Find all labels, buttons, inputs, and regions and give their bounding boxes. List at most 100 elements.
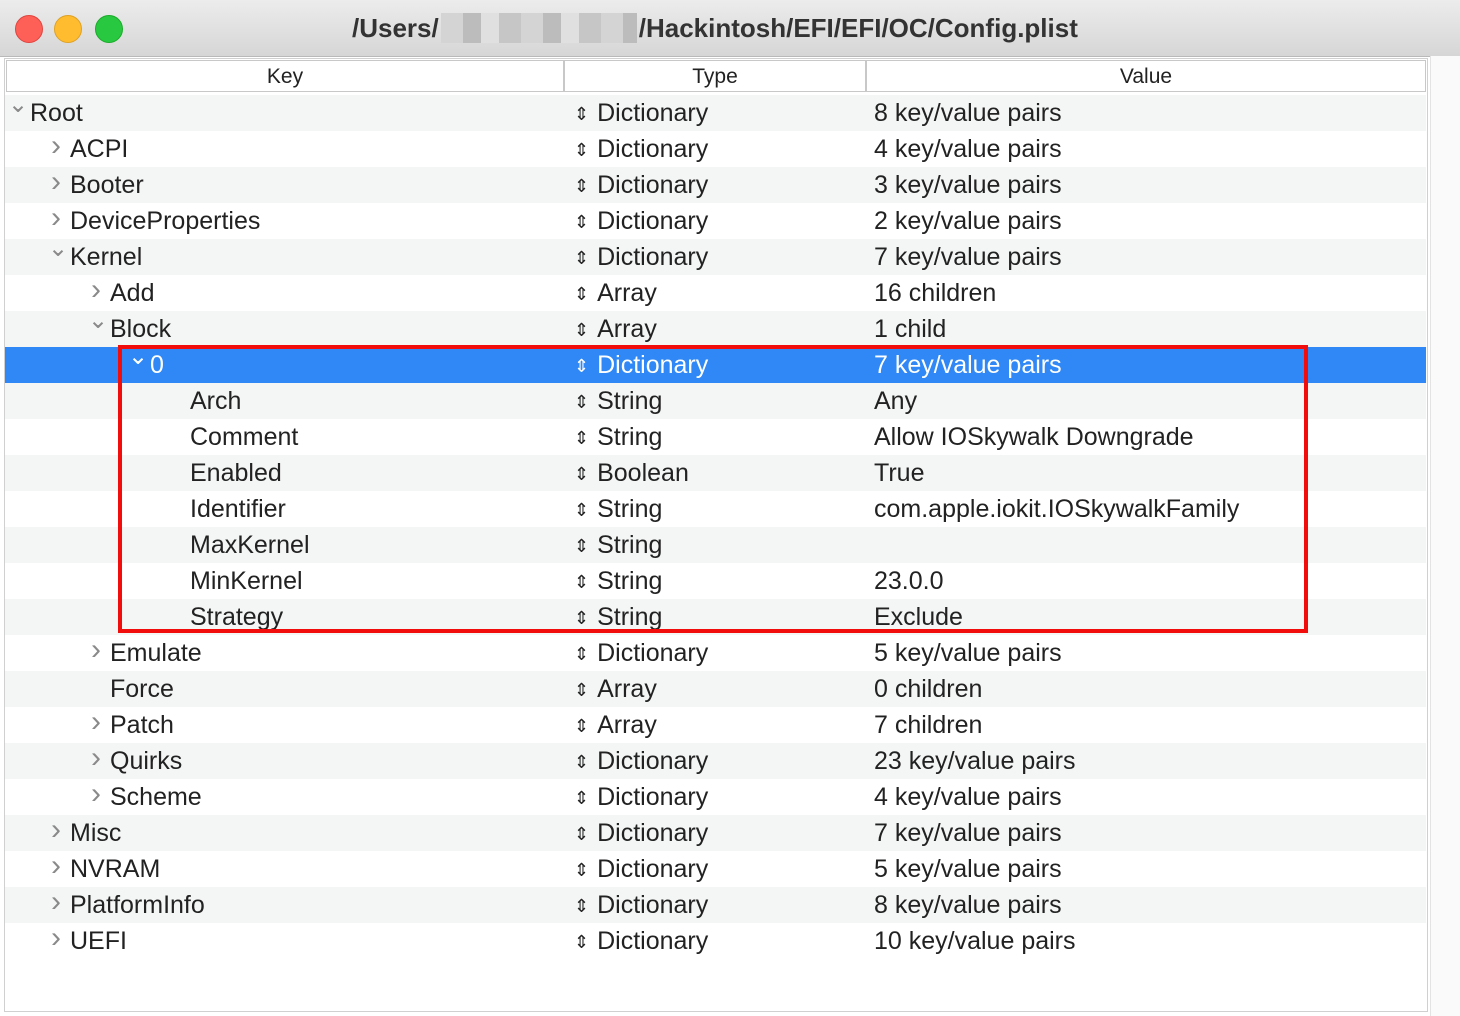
key-label[interactable]: MinKernel xyxy=(190,563,303,599)
outline-row[interactable]: › UEFI ⇕ Dictionary 10 key/value pairs xyxy=(4,920,1426,959)
chevron-right-icon[interactable]: › xyxy=(48,164,64,200)
key-label[interactable]: Force xyxy=(110,671,174,707)
value-cell[interactable]: 23 key/value pairs xyxy=(874,743,1424,779)
value-cell[interactable]: 8 key/value pairs xyxy=(874,887,1424,923)
value-cell[interactable]: True xyxy=(874,455,1424,491)
outline-row[interactable]: Strategy ⇕ String Exclude xyxy=(4,599,1426,635)
column-header-type[interactable]: Type xyxy=(564,60,866,92)
value-cell[interactable]: 23.0.0 xyxy=(874,563,1424,599)
outline-row[interactable]: Identifier ⇕ String com.apple.iokit.IOSkywa… xyxy=(4,491,1426,527)
key-label[interactable]: Add xyxy=(110,275,154,311)
up-down-arrows-icon[interactable]: ⇕ xyxy=(574,212,589,232)
vertical-scrollbar[interactable] xyxy=(1430,56,1460,1016)
type-cell[interactable]: ⇕ String xyxy=(574,563,864,599)
up-down-arrows-icon[interactable]: ⇕ xyxy=(574,932,589,952)
up-down-arrows-icon[interactable]: ⇕ xyxy=(574,680,589,700)
value-cell[interactable]: 1 child xyxy=(874,311,1424,347)
up-down-arrows-icon[interactable]: ⇕ xyxy=(574,104,589,124)
key-label[interactable]: Root xyxy=(30,95,83,131)
outline-row[interactable]: › Misc ⇕ Dictionary 7 key/value pairs xyxy=(4,813,1426,851)
chevron-right-icon[interactable]: › xyxy=(48,848,64,884)
value-cell[interactable] xyxy=(874,527,1424,563)
up-down-arrows-icon[interactable]: ⇕ xyxy=(574,860,589,880)
outline-row[interactable]: › Quirks ⇕ Dictionary 23 key/value pairs xyxy=(4,740,1426,779)
outline-row[interactable]: MaxKernel ⇕ String xyxy=(4,527,1426,563)
key-label[interactable]: DeviceProperties xyxy=(70,203,260,239)
key-label[interactable]: MaxKernel xyxy=(190,527,310,563)
type-cell[interactable]: ⇕ String xyxy=(574,527,864,563)
minimize-window-button[interactable] xyxy=(54,15,82,43)
type-cell[interactable]: ⇕ Dictionary xyxy=(574,95,864,131)
type-cell[interactable]: ⇕ Array xyxy=(574,671,864,707)
type-cell[interactable]: ⇕ Dictionary xyxy=(574,239,864,275)
outline-row[interactable]: › Scheme ⇕ Dictionary 4 key/value pairs xyxy=(4,776,1426,815)
value-cell[interactable]: 7 key/value pairs xyxy=(874,347,1424,383)
type-cell[interactable]: ⇕ String xyxy=(574,419,864,455)
column-header-value[interactable]: Value xyxy=(866,60,1426,92)
value-cell[interactable]: 2 key/value pairs xyxy=(874,203,1424,239)
type-cell[interactable]: ⇕ Dictionary xyxy=(574,203,864,239)
chevron-right-icon[interactable]: › xyxy=(88,776,104,812)
type-cell[interactable]: ⇕ Array xyxy=(574,275,864,311)
chevron-down-icon[interactable]: ⌄ xyxy=(88,303,108,339)
key-label[interactable]: Arch xyxy=(190,383,241,419)
zoom-window-button[interactable] xyxy=(95,15,123,43)
up-down-arrows-icon[interactable]: ⇕ xyxy=(574,320,589,340)
key-label[interactable]: Patch xyxy=(110,707,174,743)
value-cell[interactable]: 7 children xyxy=(874,707,1424,743)
value-cell[interactable]: 16 children xyxy=(874,275,1424,311)
up-down-arrows-icon[interactable]: ⇕ xyxy=(574,572,589,592)
chevron-right-icon[interactable]: › xyxy=(88,704,104,740)
type-cell[interactable]: ⇕ Dictionary xyxy=(574,635,864,671)
key-label[interactable]: Scheme xyxy=(110,779,202,815)
key-label[interactable]: Quirks xyxy=(110,743,182,779)
chevron-right-icon[interactable]: › xyxy=(48,884,64,920)
value-cell[interactable]: 0 children xyxy=(874,671,1424,707)
type-cell[interactable]: ⇕ String xyxy=(574,383,864,419)
value-cell[interactable]: 8 key/value pairs xyxy=(874,95,1424,131)
up-down-arrows-icon[interactable]: ⇕ xyxy=(574,752,589,772)
value-cell[interactable]: com.apple.iokit.IOSkywalkFamily xyxy=(874,491,1424,527)
column-header-key[interactable]: Key xyxy=(6,60,564,92)
outline-row[interactable]: Enabled ⇕ Boolean True xyxy=(4,455,1426,491)
up-down-arrows-icon[interactable]: ⇕ xyxy=(574,284,589,304)
type-cell[interactable]: ⇕ String xyxy=(574,599,864,635)
up-down-arrows-icon[interactable]: ⇕ xyxy=(574,392,589,412)
chevron-right-icon[interactable]: › xyxy=(48,920,64,956)
outline-row[interactable]: › Patch ⇕ Array 7 children xyxy=(4,704,1426,743)
type-cell[interactable]: ⇕ Dictionary xyxy=(574,887,864,923)
type-cell[interactable]: ⇕ Dictionary xyxy=(574,743,864,779)
value-cell[interactable]: 3 key/value pairs xyxy=(874,167,1424,203)
key-label[interactable]: Emulate xyxy=(110,635,202,671)
value-cell[interactable]: 7 key/value pairs xyxy=(874,239,1424,275)
value-cell[interactable]: 10 key/value pairs xyxy=(874,923,1424,959)
value-cell[interactable]: Allow IOSkywalk Downgrade xyxy=(874,419,1424,455)
up-down-arrows-icon[interactable]: ⇕ xyxy=(574,608,589,628)
key-label[interactable]: ACPI xyxy=(70,131,128,167)
type-cell[interactable]: ⇕ Array xyxy=(574,707,864,743)
key-label[interactable]: Identifier xyxy=(190,491,286,527)
key-label[interactable]: Booter xyxy=(70,167,144,203)
title-bar[interactable]: /Users/ /Hackintosh/EFI/EFI/OC/Config.pl… xyxy=(0,0,1460,57)
chevron-down-icon[interactable]: ⌄ xyxy=(48,231,68,267)
chevron-right-icon[interactable]: › xyxy=(48,128,64,164)
up-down-arrows-icon[interactable]: ⇕ xyxy=(574,356,589,376)
outline-row[interactable]: › Add ⇕ Array 16 children xyxy=(4,273,1426,311)
chevron-right-icon[interactable]: › xyxy=(88,740,104,776)
key-label[interactable]: Kernel xyxy=(70,239,142,275)
outline-row[interactable]: › Booter ⇕ Dictionary 3 key/value pairs xyxy=(4,164,1426,203)
key-label[interactable]: 0 xyxy=(150,347,164,383)
chevron-right-icon[interactable]: › xyxy=(88,632,104,668)
outline-row[interactable]: › DeviceProperties ⇕ Dictionary 2 key/value … xyxy=(4,201,1426,239)
outline-row[interactable]: Force ⇕ Array 0 children xyxy=(4,671,1426,707)
type-cell[interactable]: ⇕ String xyxy=(574,491,864,527)
up-down-arrows-icon[interactable]: ⇕ xyxy=(574,428,589,448)
outline-row[interactable]: › Emulate ⇕ Dictionary 5 key/value pairs xyxy=(4,632,1426,671)
up-down-arrows-icon[interactable]: ⇕ xyxy=(574,464,589,484)
up-down-arrows-icon[interactable]: ⇕ xyxy=(574,500,589,520)
type-cell[interactable]: ⇕ Dictionary xyxy=(574,923,864,959)
outline-row[interactable]: ⌄ 0 ⇕ Dictionary 7 key/value pairs xyxy=(4,343,1426,383)
outline-row[interactable]: Arch ⇕ String Any xyxy=(4,383,1426,419)
outline-row[interactable]: Comment ⇕ String Allow IOSkywalk Downgrade xyxy=(4,419,1426,455)
up-down-arrows-icon[interactable]: ⇕ xyxy=(574,788,589,808)
